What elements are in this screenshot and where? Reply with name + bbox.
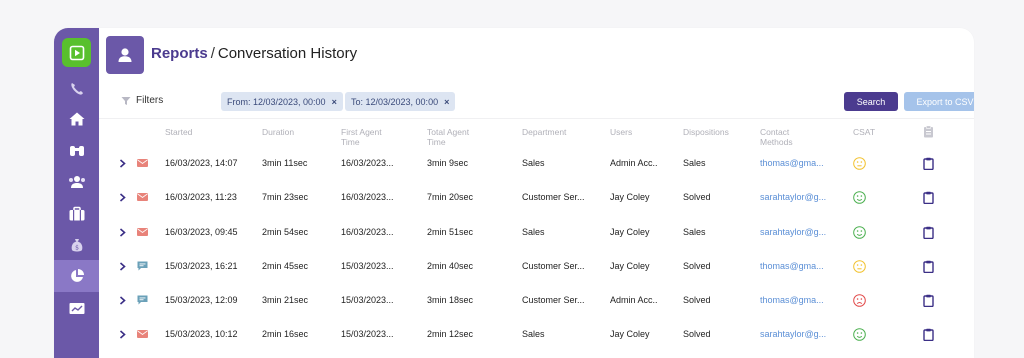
cell-users: Jay Coley xyxy=(610,227,650,237)
email-icon xyxy=(136,146,148,180)
column-header-users[interactable]: Users xyxy=(610,127,632,137)
clipboard-icon[interactable] xyxy=(922,249,935,283)
csat-neutral-face-icon xyxy=(851,249,867,283)
cell-users: Jay Coley xyxy=(610,192,650,202)
chat-icon xyxy=(136,283,148,317)
column-header-department[interactable]: Department xyxy=(522,127,566,137)
column-header-total-agent-time[interactable]: Total Agent Time xyxy=(427,127,469,147)
phone-icon[interactable] xyxy=(54,73,99,105)
play-logo-icon[interactable] xyxy=(62,38,91,67)
export-csv-button[interactable]: Export to CSV xyxy=(904,92,974,111)
header-line: First Agent xyxy=(341,127,382,137)
cell-contact[interactable]: thomas@gma... xyxy=(760,283,824,317)
csat-happy-face-icon xyxy=(851,180,867,214)
chevron-right-icon[interactable] xyxy=(117,180,127,214)
column-header-first-agent-time[interactable]: First Agent Time xyxy=(341,127,382,147)
user-icon xyxy=(106,36,144,74)
filter-chip-to-label: To: 12/03/2023, 00:00 xyxy=(351,96,439,107)
cell-started: 15/03/2023, 12:09 xyxy=(165,295,238,305)
csat-sad-face-icon xyxy=(851,283,867,317)
close-icon[interactable]: × xyxy=(444,97,449,107)
cell-contact[interactable]: thomas@gma... xyxy=(760,249,824,283)
cell-duration: 3min 21sec xyxy=(262,295,309,305)
column-header-csat[interactable]: CSAT xyxy=(853,127,875,137)
column-header-contact-methods[interactable]: Contact Methods xyxy=(760,127,793,147)
cell-first-agent-time: 16/03/2023... xyxy=(341,227,394,237)
page-title: Reports / Conversation History xyxy=(151,45,357,62)
header-line: Total Agent xyxy=(427,127,470,137)
cell-disposition: Sales xyxy=(683,227,706,237)
table-row[interactable]: 15/03/2023, 16:21 2min 45sec 15/03/2023...… xyxy=(54,249,974,283)
cell-contact[interactable]: sarahtaylor@g... xyxy=(760,215,826,249)
close-icon[interactable]: × xyxy=(332,97,337,107)
filters-toggle[interactable]: Filters xyxy=(121,95,163,106)
home-icon[interactable] xyxy=(54,103,99,135)
chevron-right-icon[interactable] xyxy=(117,215,127,249)
clipboard-icon[interactable] xyxy=(922,146,935,180)
clipboard-icon[interactable] xyxy=(922,283,935,317)
cell-started: 16/03/2023, 11:23 xyxy=(165,192,237,202)
cell-total-agent-time: 2min 51sec xyxy=(427,227,474,237)
cell-department: Sales xyxy=(522,158,545,168)
column-header-started[interactable]: Started xyxy=(165,127,192,137)
clipboard-header-icon xyxy=(923,125,934,140)
cell-started: 16/03/2023, 09:45 xyxy=(165,227,238,237)
column-header-dispositions[interactable]: Dispositions xyxy=(683,127,729,137)
email-icon xyxy=(136,215,148,249)
cell-total-agent-time: 3min 9sec xyxy=(427,158,469,168)
cell-department: Customer Ser... xyxy=(522,261,585,271)
chevron-right-icon[interactable] xyxy=(117,249,127,283)
table-row[interactable]: 16/03/2023, 09:45 2min 54sec 16/03/2023...… xyxy=(54,215,974,249)
cell-contact[interactable]: thomas@gma... xyxy=(760,146,824,180)
cell-started: 16/03/2023, 14:07 xyxy=(165,158,238,168)
cell-total-agent-time: 2min 40sec xyxy=(427,261,474,271)
table-row[interactable]: 15/03/2023, 12:09 3min 21sec 15/03/2023...… xyxy=(54,283,974,317)
cell-first-agent-time: 15/03/2023... xyxy=(341,261,394,271)
cell-first-agent-time: 16/03/2023... xyxy=(341,192,394,202)
cell-duration: 7min 23sec xyxy=(262,192,309,202)
cell-disposition: Solved xyxy=(683,261,711,271)
cell-duration: 2min 54sec xyxy=(262,227,309,237)
chevron-right-icon[interactable] xyxy=(117,283,127,317)
filter-chip-from: From: 12/03/2023, 00:00 × xyxy=(221,92,343,111)
cell-duration: 3min 11sec xyxy=(262,158,308,168)
table-row[interactable]: 16/03/2023, 14:07 3min 11sec 16/03/2023...… xyxy=(54,146,974,180)
cell-disposition: Solved xyxy=(683,192,711,202)
filter-chip-from-label: From: 12/03/2023, 00:00 xyxy=(227,96,326,107)
clipboard-icon[interactable] xyxy=(922,215,935,249)
csat-happy-face-icon xyxy=(851,215,867,249)
cell-disposition: Solved xyxy=(683,295,711,305)
cell-users: Admin Acc.. xyxy=(610,158,658,168)
cell-department: Sales xyxy=(522,227,545,237)
cell-users: Jay Coley xyxy=(610,261,650,271)
app-window: $ Reports / Conversation History Filters F… xyxy=(54,28,974,358)
cell-department: Customer Ser... xyxy=(522,192,585,202)
table-row[interactable]: 16/03/2023, 11:23 7min 23sec 16/03/2023...… xyxy=(54,180,974,214)
divider xyxy=(99,118,974,119)
cell-disposition: Sales xyxy=(683,158,706,168)
chat-icon xyxy=(136,249,148,283)
cell-users: Admin Acc.. xyxy=(610,295,658,305)
cell-department: Customer Ser... xyxy=(522,295,585,305)
breadcrumb-reports[interactable]: Reports xyxy=(151,45,208,62)
cell-started: 15/03/2023, 16:21 xyxy=(165,261,238,271)
csat-neutral-face-icon xyxy=(851,146,867,180)
filter-icon xyxy=(121,96,131,105)
search-button[interactable]: Search xyxy=(844,92,898,111)
breadcrumb-current: Conversation History xyxy=(217,45,358,62)
cell-first-agent-time: 16/03/2023... xyxy=(341,158,394,168)
column-header-duration[interactable]: Duration xyxy=(262,127,294,137)
cell-total-agent-time: 7min 20sec xyxy=(427,192,474,202)
cell-total-agent-time: 3min 18sec xyxy=(427,295,474,305)
filters-label: Filters xyxy=(136,95,164,106)
cell-duration: 2min 45sec xyxy=(262,261,309,271)
email-icon xyxy=(136,180,148,214)
chevron-right-icon[interactable] xyxy=(117,146,127,180)
breadcrumb-separator: / xyxy=(210,45,215,62)
clipboard-icon[interactable] xyxy=(922,180,935,214)
header-line: Contact xyxy=(760,127,790,137)
cell-first-agent-time: 15/03/2023... xyxy=(341,295,394,305)
filter-chip-to: To: 12/03/2023, 00:00 × xyxy=(345,92,456,111)
cell-contact[interactable]: sarahtaylor@g... xyxy=(760,180,826,214)
